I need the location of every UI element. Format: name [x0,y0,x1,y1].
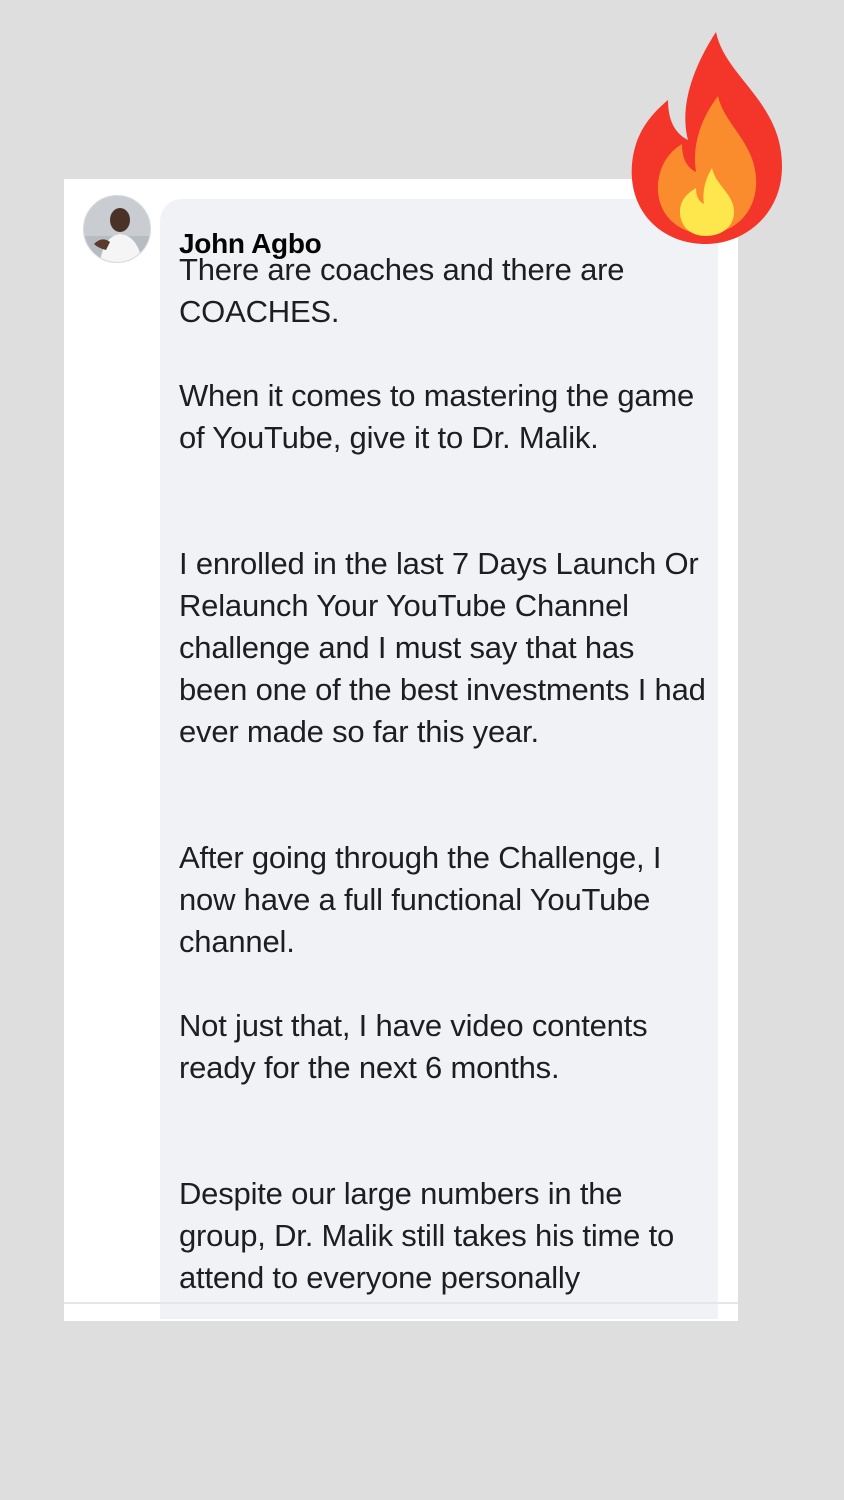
comment-card: John Agbo There are coaches and there ar… [64,179,738,1321]
divider [64,1302,738,1304]
comment-bubble: John Agbo There are coaches and there ar… [160,199,718,1319]
profile-photo-icon [84,196,150,262]
comment-paragraph: When it comes to mastering the game of Y… [179,378,695,455]
fire-icon [631,32,783,244]
comment-paragraph: After going through the Challenge, I now… [179,840,662,959]
comment-paragraph: Despite our large numbers in the group, … [179,1176,675,1295]
comment-paragraph: Not just that, I have video contents rea… [179,1008,648,1085]
avatar[interactable] [83,195,151,263]
comment-paragraph: I enrolled in the last 7 Days Launch Or … [179,546,706,749]
comment-paragraph: There are coaches and there are COACHES. [179,252,625,329]
